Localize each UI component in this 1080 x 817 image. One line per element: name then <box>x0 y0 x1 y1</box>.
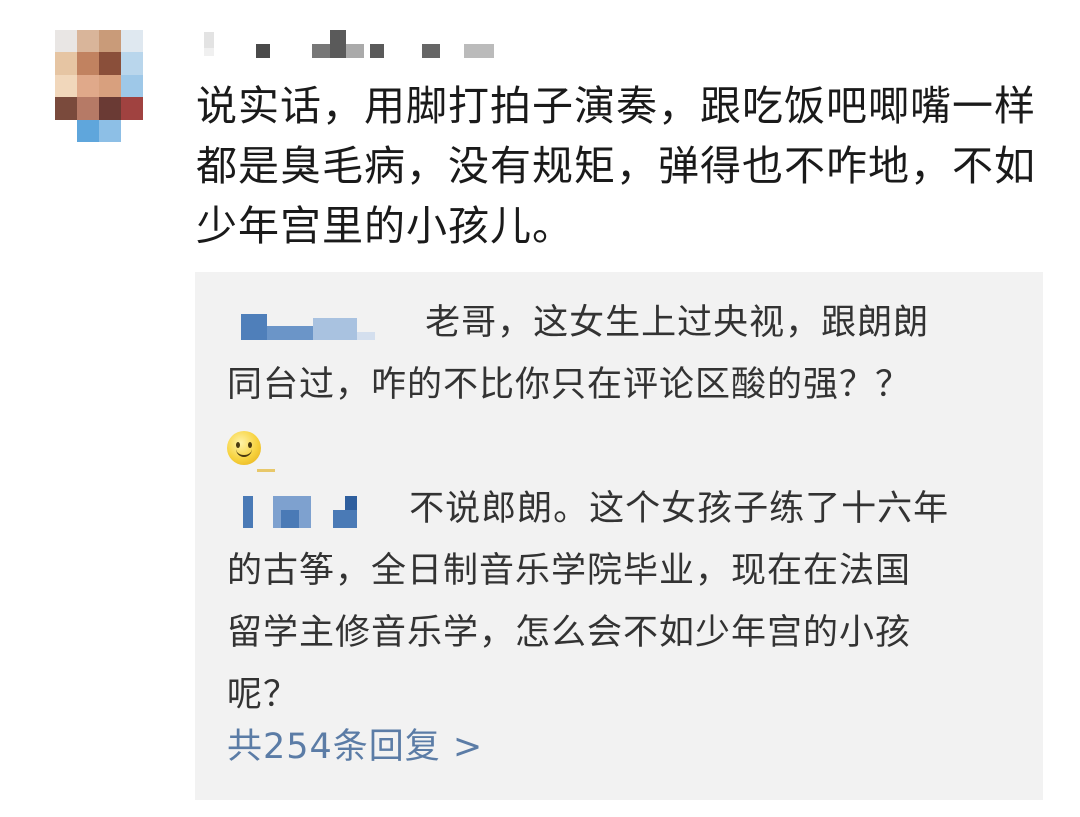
reply-first-line: 不说郎朗。这个女孩子练了十六年 <box>409 489 950 529</box>
reply-item[interactable]: 老哥，这女生上过央视，跟朗朗 同台过，咋的不比你只在评论区酸的强？？ <box>227 292 1027 478</box>
reply-username-censored[interactable] <box>227 304 377 344</box>
comment-line: 都是臭毛病，没有规矩，弹得也不咋地，不如 <box>196 142 1036 190</box>
reply-line: 呢？ <box>227 675 300 715</box>
comment-line: 少年宫里的小孩儿。 <box>196 202 574 250</box>
reply-line: 的古筝，全日制音乐学院毕业，现在在法国 <box>227 551 912 591</box>
reply-username-censored[interactable] <box>227 490 367 530</box>
view-all-replies-link[interactable]: 共254条回复 > <box>227 718 483 769</box>
smile-emoji-icon <box>227 431 261 465</box>
comment-line: 说实话，用脚打拍子演奏，跟吃饭吧唧嘴一样 <box>196 82 1036 130</box>
emoji-underline <box>257 469 275 472</box>
avatar[interactable] <box>55 30 165 142</box>
reply-box: 老哥，这女生上过央视，跟朗朗 同台过，咋的不比你只在评论区酸的强？？ 不说郎朗。… <box>195 272 1043 800</box>
comment-text: 说实话，用脚打拍子演奏，跟吃饭吧唧嘴一样 都是臭毛病，没有规矩，弹得也不咋地，不… <box>196 76 1056 256</box>
reply-line: 同台过，咋的不比你只在评论区酸的强？？ <box>227 365 912 405</box>
comment-screen: 说实话，用脚打拍子演奏，跟吃饭吧唧嘴一样 都是臭毛病，没有规矩，弹得也不咋地，不… <box>0 0 1080 817</box>
reply-item[interactable]: 不说郎朗。这个女孩子练了十六年 的古筝，全日制音乐学院毕业，现在在法国 留学主修… <box>227 478 1027 726</box>
reply-line: 留学主修音乐学，怎么会不如少年宫的小孩 <box>227 613 912 653</box>
reply-first-line: 老哥，这女生上过央视，跟朗朗 <box>425 303 930 343</box>
username-censored[interactable] <box>200 30 500 70</box>
